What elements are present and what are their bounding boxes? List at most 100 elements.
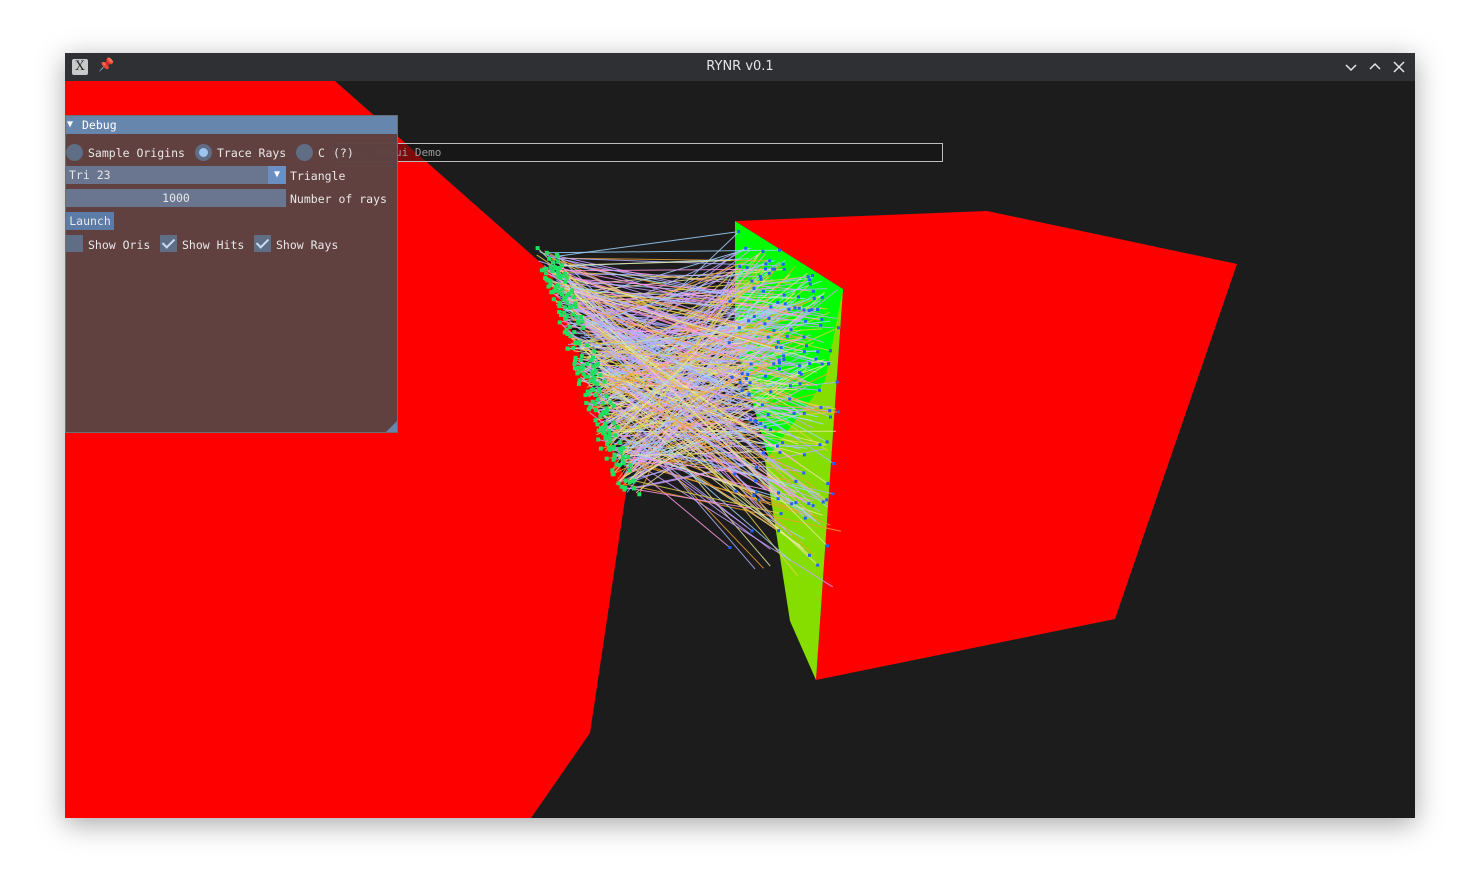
origin-marker [593,418,598,423]
origin-marker [618,440,623,445]
hit-marker [766,335,770,339]
resize-grip[interactable] [386,421,397,432]
radio-c-label[interactable]: C [318,143,325,163]
hit-marker [787,307,791,311]
debug-title-bar[interactable]: ▼ Debug [66,116,397,134]
hit-marker [805,344,808,348]
origin-marker [612,420,617,425]
hit-marker [758,274,762,278]
hit-marker [776,497,780,501]
hit-marker [802,350,806,354]
hit-marker [767,316,771,320]
hit-marker [767,271,771,275]
origin-marker [590,399,595,404]
hit-marker [832,462,836,466]
collapse-arrow-icon[interactable]: ▼ [67,116,73,134]
triangle-combo[interactable]: Tri 23 ▼ [66,166,286,184]
origin-marker [580,325,585,330]
debug-panel[interactable]: ▼ Debug Sample Origins Trace Rays C (?) … [65,115,398,433]
hit-marker [829,415,832,419]
hit-marker [820,317,824,321]
chevron-down-icon[interactable]: ▼ [268,166,286,184]
hit-marker [818,443,822,447]
hit-marker [737,230,741,234]
origin-marker [556,284,561,289]
close-icon[interactable] [1390,58,1408,76]
origin-marker [580,363,585,368]
origin-marker [564,314,569,319]
origin-marker [602,430,607,435]
launch-button[interactable]: Launch [66,212,114,230]
hit-marker [819,323,823,327]
maximize-icon[interactable] [1366,58,1384,76]
radio-trace-rays-label[interactable]: Trace Rays [217,143,286,163]
checkbox-show-oris[interactable] [66,235,83,252]
hit-marker [837,326,840,330]
origin-marker [573,340,578,345]
hit-marker [744,246,748,250]
hit-marker [779,346,783,350]
origin-marker [574,314,579,319]
origin-marker [593,393,598,397]
origin-marker [572,330,577,335]
radio-trace-rays[interactable] [195,144,212,161]
hit-marker [827,362,831,366]
hit-marker [749,362,753,366]
checkbox-show-rays-label[interactable]: Show Rays [276,235,338,255]
origin-marker [544,271,549,276]
hit-marker [779,512,783,516]
origin-marker [621,461,626,466]
origin-marker [599,425,603,430]
hit-marker [740,389,744,392]
imgui-demo-window[interactable]: Dear ImGui Demo [333,143,943,162]
checkbox-show-hits[interactable] [160,235,177,252]
hit-marker [802,335,806,339]
render-viewport[interactable]: Dear ImGui Demo ▼ Debug Sample Origins T… [65,81,1415,818]
origin-marker [573,355,578,360]
origin-marker [596,437,601,442]
rays-slider-label: Number of rays [290,192,387,206]
triangle-combo-value: Tri 23 [69,168,111,182]
origin-marker [621,446,626,450]
help-marker[interactable]: (?) [333,143,354,163]
origin-marker [621,454,625,459]
origin-marker [580,319,585,324]
origin-marker [575,371,580,376]
hit-marker [759,277,763,281]
title-bar[interactable]: X 📌 RYNR v0.1 [65,53,1415,81]
hit-marker [836,410,840,414]
origin-marker [610,468,615,473]
hit-marker [748,381,752,385]
origin-marker [591,355,595,360]
rays-slider[interactable]: 1000 [66,189,286,207]
origin-marker [592,375,597,380]
radio-sample-origins[interactable] [66,144,83,161]
origin-marker [585,343,589,348]
hit-marker [816,308,820,311]
radio-c[interactable] [296,144,313,161]
origin-marker [611,403,616,408]
origin-marker [584,400,589,405]
triangle-row: Tri 23 ▼ Triangle [66,166,399,186]
hit-marker [798,371,801,375]
origin-marker [597,389,602,394]
hit-marker [754,479,758,483]
origin-marker [623,478,628,483]
hit-marker [816,563,820,567]
checkbox-show-oris-label[interactable]: Show Oris [88,235,150,255]
hit-marker [777,367,781,371]
origin-marker [612,452,617,457]
hit-marker [727,341,731,345]
hit-marker [763,425,767,429]
radio-sample-origins-label[interactable]: Sample Origins [88,143,185,163]
hit-marker [738,265,742,269]
hit-marker [730,375,734,379]
hit-marker [734,489,738,493]
minimize-icon[interactable] [1342,58,1360,76]
hit-marker [808,282,812,286]
checkbox-show-rays[interactable] [254,235,271,252]
checkbox-show-hits-label[interactable]: Show Hits [182,235,244,255]
hit-marker [752,494,756,498]
hit-marker [798,364,802,368]
hit-marker [778,450,782,454]
